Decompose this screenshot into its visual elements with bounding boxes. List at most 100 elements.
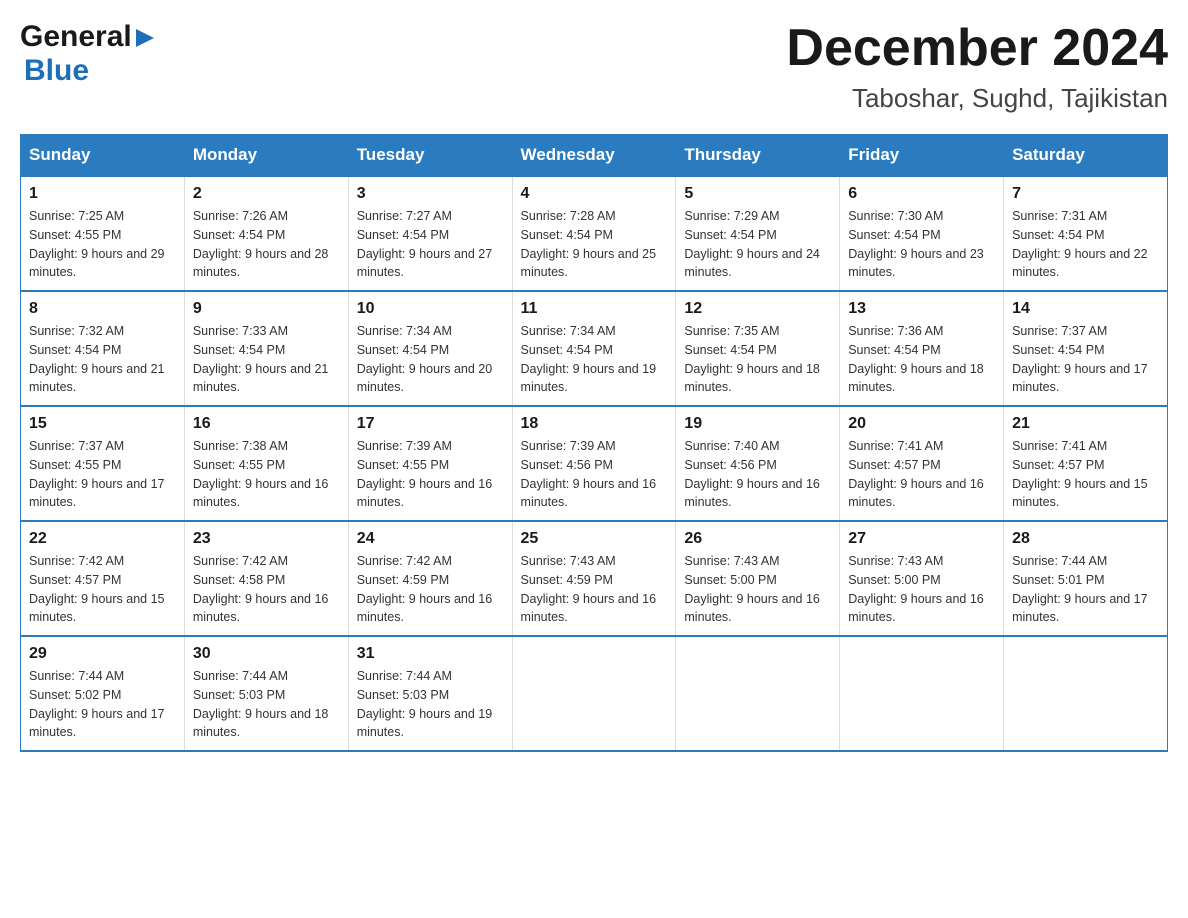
- day-info: Sunrise: 7:39 AMSunset: 4:55 PMDaylight:…: [357, 437, 504, 512]
- day-number: 15: [29, 415, 176, 433]
- day-info: Sunrise: 7:25 AMSunset: 4:55 PMDaylight:…: [29, 207, 176, 282]
- table-row: 27 Sunrise: 7:43 AMSunset: 5:00 PMDayligh…: [840, 521, 1004, 636]
- day-number: 12: [684, 300, 831, 318]
- day-info: Sunrise: 7:27 AMSunset: 4:54 PMDaylight:…: [357, 207, 504, 282]
- day-number: 6: [848, 185, 995, 203]
- calendar-week-row: 15 Sunrise: 7:37 AMSunset: 4:55 PMDayligh…: [21, 406, 1168, 521]
- day-number: 13: [848, 300, 995, 318]
- day-number: 10: [357, 300, 504, 318]
- table-row: 4 Sunrise: 7:28 AMSunset: 4:54 PMDaylight…: [512, 176, 676, 291]
- logo: General Blue: [20, 20, 156, 88]
- table-row: 16 Sunrise: 7:38 AMSunset: 4:55 PMDayligh…: [184, 406, 348, 521]
- weekday-header-saturday: Saturday: [1004, 135, 1168, 177]
- day-number: 27: [848, 530, 995, 548]
- day-info: Sunrise: 7:37 AMSunset: 4:55 PMDaylight:…: [29, 437, 176, 512]
- day-info: Sunrise: 7:26 AMSunset: 4:54 PMDaylight:…: [193, 207, 340, 282]
- day-info: Sunrise: 7:33 AMSunset: 4:54 PMDaylight:…: [193, 322, 340, 397]
- day-number: 7: [1012, 185, 1159, 203]
- weekday-header-thursday: Thursday: [676, 135, 840, 177]
- table-row: 20Sunrise: 7:41 AMSunset: 4:57 PMDayligh…: [840, 406, 1004, 521]
- weekday-header-sunday: Sunday: [21, 135, 185, 177]
- table-row: 25Sunrise: 7:43 AMSunset: 4:59 PMDayligh…: [512, 521, 676, 636]
- weekday-header-tuesday: Tuesday: [348, 135, 512, 177]
- day-number: 22: [29, 530, 176, 548]
- day-info: Sunrise: 7:38 AMSunset: 4:55 PMDaylight:…: [193, 437, 340, 512]
- table-row: 21 Sunrise: 7:41 AMSunset: 4:57 PMDayligh…: [1004, 406, 1168, 521]
- day-info: Sunrise: 7:29 AMSunset: 4:54 PMDaylight:…: [684, 207, 831, 282]
- day-info: Sunrise: 7:36 AMSunset: 4:54 PMDaylight:…: [848, 322, 995, 397]
- day-info: Sunrise: 7:39 AMSunset: 4:56 PMDaylight:…: [521, 437, 668, 512]
- day-number: 28: [1012, 530, 1159, 548]
- table-row: 23 Sunrise: 7:42 AMSunset: 4:58 PMDayligh…: [184, 521, 348, 636]
- table-row: 18Sunrise: 7:39 AMSunset: 4:56 PMDayligh…: [512, 406, 676, 521]
- table-row: 31 Sunrise: 7:44 AMSunset: 5:03 PMDayligh…: [348, 636, 512, 751]
- table-row: 9Sunrise: 7:33 AMSunset: 4:54 PMDaylight…: [184, 291, 348, 406]
- title-area: December 2024 Taboshar, Sughd, Tajikista…: [786, 20, 1168, 114]
- table-row: [840, 636, 1004, 751]
- day-number: 20: [848, 415, 995, 433]
- calendar-week-row: 8 Sunrise: 7:32 AMSunset: 4:54 PMDaylight…: [21, 291, 1168, 406]
- day-number: 4: [521, 185, 668, 203]
- day-info: Sunrise: 7:43 AMSunset: 5:00 PMDaylight:…: [848, 552, 995, 627]
- weekday-header-friday: Friday: [840, 135, 1004, 177]
- day-info: Sunrise: 7:42 AMSunset: 4:57 PMDaylight:…: [29, 552, 176, 627]
- day-info: Sunrise: 7:37 AMSunset: 4:54 PMDaylight:…: [1012, 322, 1159, 397]
- table-row: 8 Sunrise: 7:32 AMSunset: 4:54 PMDaylight…: [21, 291, 185, 406]
- day-number: 11: [521, 300, 668, 318]
- day-info: Sunrise: 7:44 AMSunset: 5:03 PMDaylight:…: [193, 667, 340, 742]
- table-row: 6Sunrise: 7:30 AMSunset: 4:54 PMDaylight…: [840, 176, 1004, 291]
- table-row: 10Sunrise: 7:34 AMSunset: 4:54 PMDayligh…: [348, 291, 512, 406]
- day-number: 24: [357, 530, 504, 548]
- weekday-header-monday: Monday: [184, 135, 348, 177]
- table-row: 28Sunrise: 7:44 AMSunset: 5:01 PMDayligh…: [1004, 521, 1168, 636]
- day-info: Sunrise: 7:35 AMSunset: 4:54 PMDaylight:…: [684, 322, 831, 397]
- table-row: 29 Sunrise: 7:44 AMSunset: 5:02 PMDayligh…: [21, 636, 185, 751]
- day-number: 5: [684, 185, 831, 203]
- table-row: 11 Sunrise: 7:34 AMSunset: 4:54 PMDayligh…: [512, 291, 676, 406]
- day-number: 3: [357, 185, 504, 203]
- day-number: 17: [357, 415, 504, 433]
- day-number: 31: [357, 645, 504, 663]
- month-title: December 2024: [786, 20, 1168, 77]
- day-info: Sunrise: 7:40 AMSunset: 4:56 PMDaylight:…: [684, 437, 831, 512]
- day-number: 29: [29, 645, 176, 663]
- day-info: Sunrise: 7:34 AMSunset: 4:54 PMDaylight:…: [521, 322, 668, 397]
- day-info: Sunrise: 7:44 AMSunset: 5:02 PMDaylight:…: [29, 667, 176, 742]
- logo-general: General: [20, 20, 132, 54]
- day-info: Sunrise: 7:43 AMSunset: 4:59 PMDaylight:…: [521, 552, 668, 627]
- calendar-week-row: 1 Sunrise: 7:25 AMSunset: 4:55 PMDaylight…: [21, 176, 1168, 291]
- table-row: 19 Sunrise: 7:40 AMSunset: 4:56 PMDayligh…: [676, 406, 840, 521]
- day-info: Sunrise: 7:44 AMSunset: 5:03 PMDaylight:…: [357, 667, 504, 742]
- table-row: 22 Sunrise: 7:42 AMSunset: 4:57 PMDayligh…: [21, 521, 185, 636]
- day-info: Sunrise: 7:41 AMSunset: 4:57 PMDaylight:…: [1012, 437, 1159, 512]
- weekday-header-wednesday: Wednesday: [512, 135, 676, 177]
- table-row: 26Sunrise: 7:43 AMSunset: 5:00 PMDayligh…: [676, 521, 840, 636]
- table-row: 24 Sunrise: 7:42 AMSunset: 4:59 PMDayligh…: [348, 521, 512, 636]
- day-number: 1: [29, 185, 176, 203]
- day-info: Sunrise: 7:42 AMSunset: 4:58 PMDaylight:…: [193, 552, 340, 627]
- day-info: Sunrise: 7:42 AMSunset: 4:59 PMDaylight:…: [357, 552, 504, 627]
- day-number: 19: [684, 415, 831, 433]
- calendar-table: SundayMondayTuesdayWednesdayThursdayFrid…: [20, 134, 1168, 752]
- table-row: 5 Sunrise: 7:29 AMSunset: 4:54 PMDaylight…: [676, 176, 840, 291]
- day-number: 30: [193, 645, 340, 663]
- table-row: 12 Sunrise: 7:35 AMSunset: 4:54 PMDayligh…: [676, 291, 840, 406]
- day-info: Sunrise: 7:32 AMSunset: 4:54 PMDaylight:…: [29, 322, 176, 397]
- day-number: 2: [193, 185, 340, 203]
- day-info: Sunrise: 7:43 AMSunset: 5:00 PMDaylight:…: [684, 552, 831, 627]
- table-row: [676, 636, 840, 751]
- day-number: 8: [29, 300, 176, 318]
- day-info: Sunrise: 7:31 AMSunset: 4:54 PMDaylight:…: [1012, 207, 1159, 282]
- day-number: 23: [193, 530, 340, 548]
- table-row: 14 Sunrise: 7:37 AMSunset: 4:54 PMDayligh…: [1004, 291, 1168, 406]
- day-number: 16: [193, 415, 340, 433]
- table-row: 3 Sunrise: 7:27 AMSunset: 4:54 PMDaylight…: [348, 176, 512, 291]
- table-row: 15 Sunrise: 7:37 AMSunset: 4:55 PMDayligh…: [21, 406, 185, 521]
- table-row: [512, 636, 676, 751]
- day-number: 14: [1012, 300, 1159, 318]
- day-number: 21: [1012, 415, 1159, 433]
- calendar-week-row: 29 Sunrise: 7:44 AMSunset: 5:02 PMDayligh…: [21, 636, 1168, 751]
- table-row: 1 Sunrise: 7:25 AMSunset: 4:55 PMDaylight…: [21, 176, 185, 291]
- weekday-header-row: SundayMondayTuesdayWednesdayThursdayFrid…: [21, 135, 1168, 177]
- day-info: Sunrise: 7:28 AMSunset: 4:54 PMDaylight:…: [521, 207, 668, 282]
